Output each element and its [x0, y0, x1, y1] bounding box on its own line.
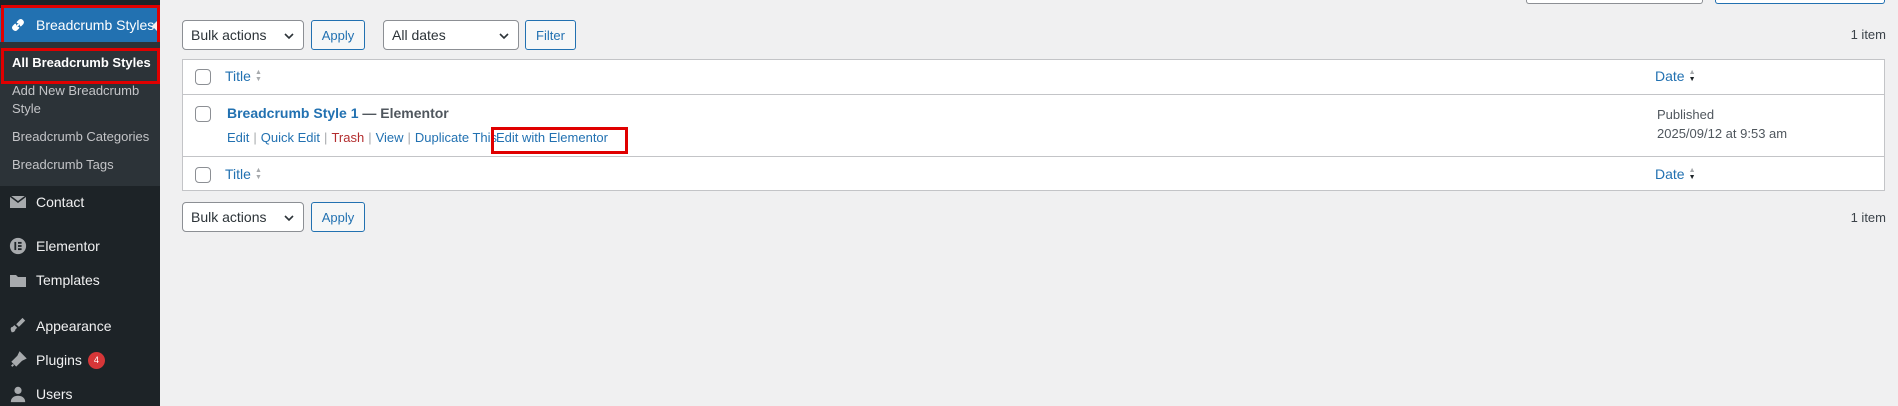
column-date-sort-footer[interactable]: Date ▲ ▼: [1655, 166, 1696, 182]
chevron-down-icon: [283, 29, 295, 45]
bulk-actions-select-bottom[interactable]: Bulk actions: [182, 202, 304, 232]
chevron-down-icon: [283, 211, 295, 227]
menu-contact[interactable]: Contact: [0, 185, 160, 219]
menu-label: Templates: [36, 272, 100, 288]
date-cell: Published 2025/09/12 at 9:53 am: [1657, 105, 1787, 143]
items-count-bottom: 1 item: [1850, 210, 1886, 225]
menu-label: Elementor: [36, 238, 100, 254]
row-checkbox[interactable]: [195, 106, 211, 122]
menu-breadcrumb-styles[interactable]: Breadcrumb Styles: [0, 8, 160, 42]
mail-icon: [0, 195, 36, 209]
submenu-add-new[interactable]: Add New Breadcrumb Style: [12, 82, 152, 118]
items-count-top: 1 item: [1850, 27, 1886, 42]
column-title-label: Title: [225, 166, 251, 182]
posts-table: Title ▲ ▼ Date ▲ ▼ Breadcrumb Style 1 — El…: [182, 59, 1885, 191]
submenu-all-styles[interactable]: All Breadcrumb Styles: [12, 54, 152, 72]
folder-icon: [0, 273, 36, 288]
filter-button[interactable]: Filter: [525, 20, 576, 50]
bulk-actions-value: Bulk actions: [191, 27, 267, 43]
menu-users[interactable]: Users: [0, 377, 160, 406]
menu-label: Users: [36, 386, 73, 402]
sort-icon: ▲ ▼: [1688, 69, 1696, 83]
divider: [183, 94, 1884, 95]
column-title-sort[interactable]: Title ▲ ▼: [225, 68, 262, 84]
duplicate-link[interactable]: Duplicate This: [415, 130, 497, 145]
apply-button-bottom[interactable]: Apply: [311, 202, 365, 232]
submenu-categories[interactable]: Breadcrumb Categories: [12, 128, 152, 146]
menu-label: Contact: [36, 194, 85, 210]
menu-label: Appearance: [36, 318, 112, 334]
submenu-tags[interactable]: Breadcrumb Tags: [12, 156, 152, 174]
menu-label: Plugins: [36, 352, 82, 368]
column-date-sort[interactable]: Date ▲ ▼: [1655, 68, 1696, 84]
apply-button-top[interactable]: Apply: [311, 20, 365, 50]
bulk-actions-value: Bulk actions: [191, 209, 267, 225]
divider: [183, 156, 1884, 157]
column-title-sort-footer[interactable]: Title ▲ ▼: [225, 166, 262, 182]
dates-filter-select[interactable]: All dates: [383, 20, 519, 50]
menu-elementor[interactable]: Elementor: [0, 229, 160, 263]
post-state: — Elementor: [362, 105, 449, 121]
submenu: All Breadcrumb Styles Add New Breadcrumb…: [0, 42, 160, 186]
link-icon: [0, 16, 36, 34]
menu-appearance[interactable]: Appearance: [0, 309, 160, 343]
table-row-title: Breadcrumb Style 1 — Elementor: [227, 105, 449, 121]
chevron-down-icon: [498, 29, 510, 45]
bulk-actions-select-top[interactable]: Bulk actions: [182, 20, 304, 50]
sort-icon: ▲ ▼: [254, 167, 262, 181]
search-button-clipped[interactable]: [1715, 0, 1885, 4]
edit-with-elementor-link[interactable]: Edit with Elementor: [496, 130, 608, 145]
select-all-checkbox[interactable]: [195, 69, 211, 85]
post-status: Published: [1657, 107, 1715, 122]
post-date: 2025/09/12 at 9:53 am: [1657, 126, 1788, 141]
menu-label: Breadcrumb Styles: [36, 17, 155, 33]
paintbrush-icon: [0, 317, 36, 335]
admin-sidebar: Breadcrumb Styles All Breadcrumb Styles …: [0, 0, 160, 406]
select-all-checkbox-footer[interactable]: [195, 167, 211, 183]
column-date-label: Date: [1655, 68, 1685, 84]
view-link[interactable]: View: [376, 130, 404, 145]
edit-link[interactable]: Edit: [227, 130, 249, 145]
sort-icon: ▲ ▼: [254, 69, 262, 83]
menu-templates[interactable]: Templates: [0, 263, 160, 297]
post-title-link[interactable]: Breadcrumb Style 1: [227, 105, 359, 121]
column-title-label: Title: [225, 68, 251, 84]
dates-value: All dates: [392, 27, 446, 43]
sort-icon: ▲ ▼: [1688, 167, 1696, 181]
row-actions: Edit | Quick Edit | Trash | View | Duplicate Thi…: [227, 130, 498, 145]
plugins-update-badge: 4: [87, 351, 105, 369]
column-date-label: Date: [1655, 166, 1685, 182]
plugin-icon: [0, 351, 36, 369]
quick-edit-link[interactable]: Quick Edit: [261, 130, 320, 145]
elementor-icon: [0, 237, 36, 255]
trash-link[interactable]: Trash: [331, 130, 364, 145]
search-input-clipped[interactable]: [1526, 0, 1703, 4]
user-icon: [0, 385, 36, 403]
menu-plugins[interactable]: Plugins 4: [0, 343, 160, 377]
